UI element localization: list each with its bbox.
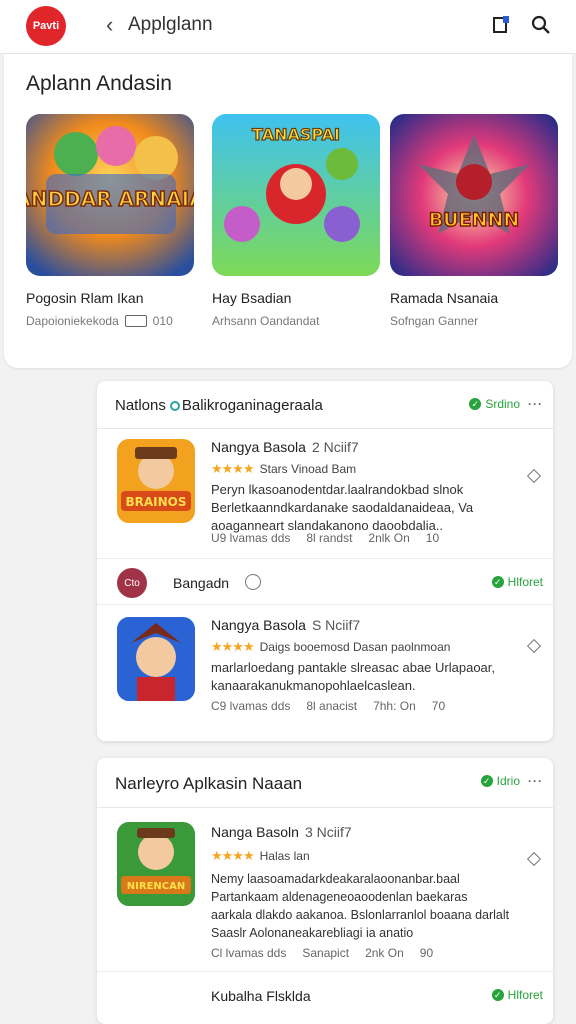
app-logo[interactable]: Pavti xyxy=(26,6,66,46)
featured-app-publisher: Sofngan Ganner xyxy=(390,314,479,328)
status-text: Idrio xyxy=(496,774,520,788)
more-options-icon[interactable]: ··· xyxy=(528,397,543,411)
check-icon: ✓ xyxy=(469,398,482,410)
featured-app-card[interactable]: TANASPAI Hay Bsadian Arhsann Oandandat xyxy=(212,114,380,328)
card-header: Natlons Balikroganinageraala ✓ Srdino ··· xyxy=(97,381,553,429)
logo-text: Pavti xyxy=(32,20,60,32)
card-title: Natlons Balikroganinageraala xyxy=(115,397,323,414)
developer-name: Bangadn xyxy=(173,575,230,591)
status-badge[interactable]: ✓ Srdino ··· xyxy=(469,397,543,411)
more-options-icon[interactable]: ··· xyxy=(528,774,543,788)
featured-heading: Aplann Andasin xyxy=(26,72,172,95)
featured-app-card[interactable]: DANDDAR ARNAIAN Pogosin Rlam Ikan Dapoio… xyxy=(26,114,194,328)
app-stats: C9 lvamas dds 8l anacist 7hh: On 70 xyxy=(211,699,446,713)
status-badge[interactable]: ✓ Hlforet xyxy=(491,575,543,589)
card-header: Narleyro Aplkasin Naaan ✓ Idrio ··· xyxy=(97,758,553,808)
developer-name: Kubalha Flsklda xyxy=(211,988,311,1004)
featured-section: Aplann Andasin DANDDAR ARNAIAN Pogosin R… xyxy=(4,54,572,368)
app-name: Nangya Basola S Nciif7 xyxy=(211,617,361,633)
status-badge[interactable]: ✓ Idrio ··· xyxy=(480,774,543,788)
check-icon: ✓ xyxy=(480,775,493,787)
art-text: DANDDAR ARNAIAN xyxy=(26,187,194,211)
list-item[interactable]: Nangya Basola S Nciif7 ★★★★ Daigs booemosd… xyxy=(97,607,553,737)
app-name: Nanga Basoln 3 Nciif7 xyxy=(211,824,352,840)
diamond-icon[interactable] xyxy=(526,851,542,867)
featured-app-meta: Dapoioniekekoda 010 xyxy=(26,314,194,328)
app-rating: ★★★★ Daigs booemosd Dasan paolnmoan xyxy=(211,639,451,654)
art-text: BUENNN xyxy=(429,209,520,231)
featured-app-image[interactable]: TANASPAI xyxy=(212,114,380,276)
app-description: marlarloedang pantakle slreasac abae Url… xyxy=(211,660,496,693)
check-icon: ✓ xyxy=(491,989,504,1001)
app-rating: ★★★★ Halas lan xyxy=(211,848,310,863)
app-description: Nemy laasoamadarkdeakaralaoonanbar.baal … xyxy=(211,872,510,940)
top-app-bar: Pavti ‹ Applglann xyxy=(0,0,576,54)
app-icon[interactable]: NIRENCAN xyxy=(117,822,195,906)
app-stats: U9 lvamas dds 8l randst 2nlk On 10 xyxy=(211,531,440,545)
art-text: NIRENCAN xyxy=(127,881,185,892)
rating-stars: ★★★★ xyxy=(211,639,255,654)
app-list-card: Narleyro Aplkasin Naaan ✓ Idrio ··· NIRE… xyxy=(97,758,553,1024)
circle-icon xyxy=(169,401,180,411)
app-stats: Cl lvamas dds Sanapict 2nk On 90 xyxy=(211,946,434,960)
featured-app-meta: Arhsann Oandandat xyxy=(212,314,380,328)
check-icon: ✓ xyxy=(491,576,504,588)
developer-row[interactable]: Cto Bangadn ✓ Hlforet xyxy=(97,559,553,605)
status-text: Srdino xyxy=(485,397,520,411)
developer-row[interactable]: Kubalha Flsklda ✓ Hlforet xyxy=(97,972,553,1018)
app-icon[interactable] xyxy=(117,617,195,701)
card-title-part: Natlons xyxy=(115,397,166,414)
status-badge[interactable]: ✓ Hlforet xyxy=(491,988,543,1002)
back-icon[interactable]: ‹ xyxy=(106,12,113,38)
app-list-card: Natlons Balikroganinageraala ✓ Srdino ···… xyxy=(97,381,553,741)
app-rating: ★★★★ Stars Vinoad Bam xyxy=(211,461,357,476)
featured-app-meta: Sofngan Ganner xyxy=(390,314,558,328)
device-icon xyxy=(124,315,147,327)
featured-app-name: Hay Bsadian xyxy=(212,290,292,306)
search-icon[interactable] xyxy=(530,14,552,36)
rating-stars: ★★★★ xyxy=(211,848,255,863)
clock-icon xyxy=(245,574,261,590)
app-icon[interactable]: BRAINOS xyxy=(117,439,195,523)
featured-app-name: Pogosin Rlam Ikan xyxy=(26,290,144,306)
diamond-icon[interactable] xyxy=(526,468,542,484)
featured-app-card[interactable]: BUENNN Ramada Nsanaia Sofngan Ganner xyxy=(390,114,558,328)
list-item[interactable]: NIRENCAN Nanga Basoln 3 Nciif7 ★★★★ Halas … xyxy=(97,808,553,972)
app-description: Peryn lkasoanodentdar.laalrandokbad slno… xyxy=(211,482,474,533)
featured-app-count: 010 xyxy=(152,314,173,328)
art-text: TANASPAI xyxy=(252,125,340,144)
featured-app-publisher: Arhsann Oandandat xyxy=(212,314,320,328)
rating-stars: ★★★★ xyxy=(211,461,255,476)
card-title: Narleyro Aplkasin Naaan xyxy=(115,774,303,793)
card-title-part: Balikroganinageraala xyxy=(181,397,323,414)
app-name: Nangya Basola 2 Nciif7 xyxy=(211,439,359,455)
developer-avatar: Cto xyxy=(117,568,147,598)
featured-app-image[interactable]: DANDDAR ARNAIAN xyxy=(26,114,194,276)
featured-app-image[interactable]: BUENNN xyxy=(390,114,558,276)
art-text: BRAINOS xyxy=(125,495,186,509)
page-title: Applglann xyxy=(128,14,213,35)
share-icon[interactable] xyxy=(490,14,512,36)
diamond-icon[interactable] xyxy=(526,638,542,654)
featured-app-name: Ramada Nsanaia xyxy=(390,290,499,306)
featured-app-publisher: Dapoioniekekoda xyxy=(26,314,119,328)
